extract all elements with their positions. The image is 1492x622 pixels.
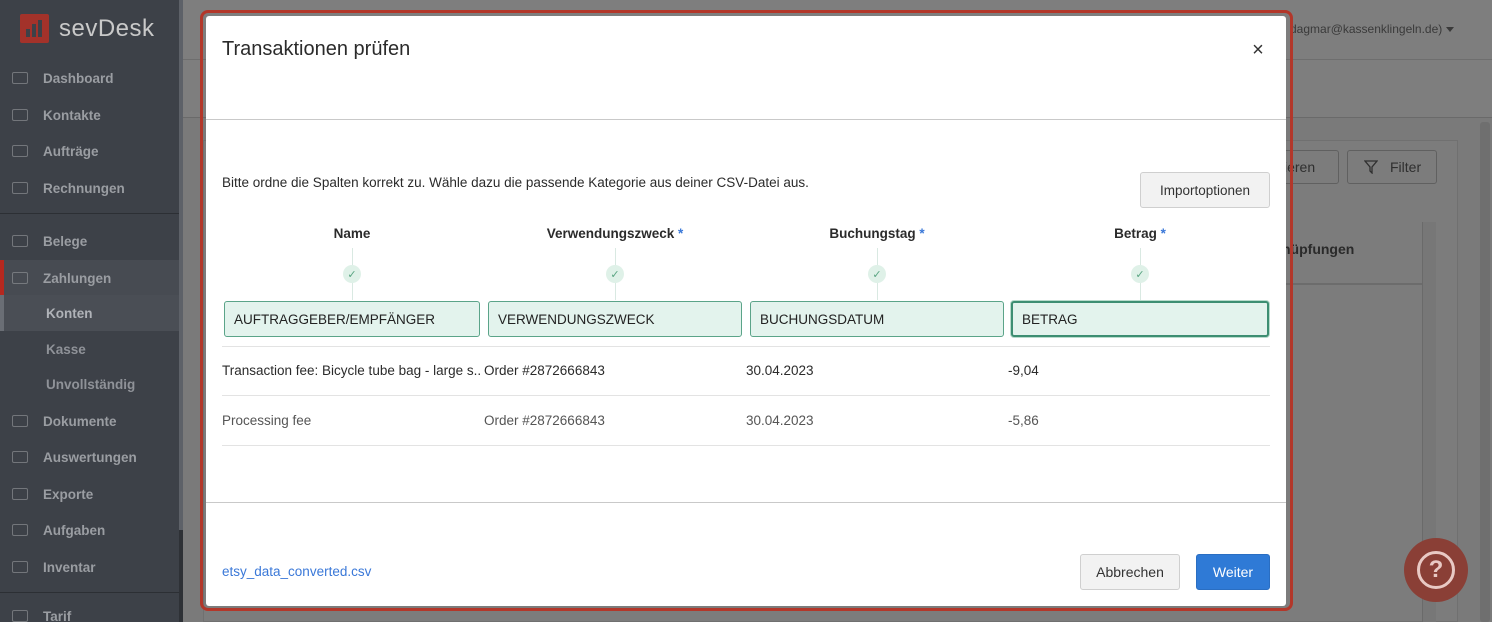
column-header-name: Name <box>222 226 482 241</box>
sidebar-item-inventar[interactable]: Inventar <box>0 549 179 585</box>
dashboard-icon <box>12 72 28 84</box>
sidebar-item-label: Rechnungen <box>43 180 125 196</box>
column-header-verwendungszweck: Verwendungszweck * <box>488 226 742 241</box>
sidebar-scrollbar-thumb[interactable] <box>179 530 183 622</box>
check-icon: ✓ <box>343 265 361 283</box>
sidebar-item-auswertungen[interactable]: Auswertungen <box>0 439 179 475</box>
row-divider <box>222 445 1270 446</box>
bg-divider <box>1282 283 1422 285</box>
sidebar-divider <box>0 213 179 214</box>
sidebar-subitem-konten[interactable]: Konten <box>0 295 179 331</box>
row-divider <box>222 395 1270 396</box>
tariff-icon <box>12 610 28 622</box>
sidebar-item-dokumente[interactable]: Dokumente <box>0 403 179 439</box>
sidebar-item-label: Tarif <box>43 608 72 622</box>
required-marker: * <box>678 226 684 241</box>
folder-icon <box>12 145 28 157</box>
column-header-label: Verwendungszweck <box>546 226 675 241</box>
mapping-select-name[interactable]: AUFTRAGGEBER/EMPFÄNGER <box>224 301 480 337</box>
sidebar-item-label: Aufgaben <box>43 522 106 538</box>
instruction-text: Bitte ordne die Spalten korrekt zu. Wähl… <box>222 175 809 190</box>
column-header-label: Buchungstag <box>829 226 916 241</box>
column-header-label: Name <box>333 226 371 241</box>
row-divider <box>222 346 1270 347</box>
card-icon <box>12 272 28 284</box>
receipt-icon <box>12 235 28 247</box>
close-icon[interactable]: × <box>1248 39 1268 61</box>
sidebar-item-rechnungen[interactable]: Rechnungen <box>0 170 179 206</box>
check-icon: ✓ <box>868 265 886 283</box>
filter-icon <box>1364 160 1378 174</box>
csv-file-link[interactable]: etsy_data_converted.csv <box>222 564 371 579</box>
sidebar-item-aufgaben[interactable]: Aufgaben <box>0 512 179 548</box>
sidebar-item-auftraege[interactable]: Aufträge <box>0 133 179 169</box>
sidebar-subitem-kasse[interactable]: Kasse <box>0 331 179 367</box>
column-header-buchungstag: Buchungstag * <box>750 226 1004 241</box>
sidebar-item-tarif[interactable]: Tarif <box>0 598 179 622</box>
checkmark-icon <box>12 524 28 536</box>
next-button[interactable]: Weiter <box>1196 554 1270 590</box>
sidebar-item-label: Inventar <box>43 559 96 575</box>
report-icon <box>12 451 28 463</box>
mapping-select-betrag[interactable]: BETRAG <box>1011 301 1269 337</box>
export-icon <box>12 488 28 500</box>
sidebar-item-zahlungen[interactable]: Zahlungen <box>0 260 179 296</box>
sidebar-subitem-unvollstaendig[interactable]: Unvollständig <box>0 366 179 402</box>
check-icon: ✓ <box>606 265 624 283</box>
modal-title: Transaktionen prüfen <box>222 38 411 60</box>
cell-name: Transaction fee: Bicycle tube bag - larg… <box>222 363 480 378</box>
logo-icon <box>20 14 49 43</box>
column-header-label: Betrag <box>1114 226 1157 241</box>
header-divider <box>206 119 1286 120</box>
cancel-button[interactable]: Abbrechen <box>1080 554 1180 590</box>
cell-name: Processing fee <box>222 413 312 428</box>
cell-amount: -5,86 <box>1008 413 1039 428</box>
mapping-select-verwendungszweck[interactable]: VERWENDUNGSZWECK <box>488 301 742 337</box>
question-icon: ? <box>1417 551 1455 589</box>
chevron-down-icon[interactable] <box>1446 27 1454 32</box>
footer-divider <box>206 502 1286 503</box>
sidebar-item-label: Belege <box>43 233 88 249</box>
sidebar-item-kontakte[interactable]: Kontakte <box>0 97 179 133</box>
mapping-select-buchungstag[interactable]: BUCHUNGSDATUM <box>750 301 1004 337</box>
sidebar-item-label: Zahlungen <box>43 270 112 286</box>
import-options-button[interactable]: Importoptionen <box>1140 172 1270 208</box>
contacts-icon <box>12 109 28 121</box>
sidebar-item-label: Dokumente <box>43 413 117 429</box>
sidebar: sevDesk Dashboard Kontakte Aufträge Rech… <box>0 0 183 622</box>
sidebar-item-label: Kontakte <box>43 107 101 123</box>
document-icon <box>12 182 28 194</box>
sidebar-item-exporte[interactable]: Exporte <box>0 476 179 512</box>
check-icon: ✓ <box>1131 265 1149 283</box>
required-marker: * <box>1160 226 1166 241</box>
box-icon <box>12 561 28 573</box>
sidebar-item-label: Exporte <box>43 486 94 502</box>
cell-amount: -9,04 <box>1008 363 1039 378</box>
sidebar-item-dashboard[interactable]: Dashboard <box>0 60 179 96</box>
required-marker: * <box>919 226 925 241</box>
import-review-modal: Transaktionen prüfen × Bitte ordne die S… <box>206 16 1286 606</box>
column-header-betrag: Betrag * <box>1012 226 1268 241</box>
logo-text: sevDesk <box>59 14 155 42</box>
documents-icon <box>12 415 28 427</box>
cell-date: 30.04.2023 <box>746 363 814 378</box>
cell-purpose: Order #2872666843 <box>484 413 605 428</box>
sidebar-item-belege[interactable]: Belege <box>0 223 179 259</box>
logo[interactable]: sevDesk <box>20 14 155 43</box>
sidebar-item-label: Auswertungen <box>43 449 137 465</box>
page-scrollbar[interactable] <box>1480 122 1490 622</box>
cell-date: 30.04.2023 <box>746 413 814 428</box>
filter-button[interactable]: Filter <box>1347 150 1437 184</box>
user-menu[interactable]: dagmar@kassenklingeln.de) <box>1290 22 1442 36</box>
sidebar-divider <box>0 592 179 593</box>
cell-purpose: Order #2872666843 <box>484 363 605 378</box>
filter-label: Filter <box>1390 159 1422 175</box>
sidebar-item-label: Aufträge <box>43 143 99 159</box>
sidebar-item-label: Dashboard <box>43 70 114 86</box>
help-button[interactable]: ? <box>1404 538 1468 602</box>
